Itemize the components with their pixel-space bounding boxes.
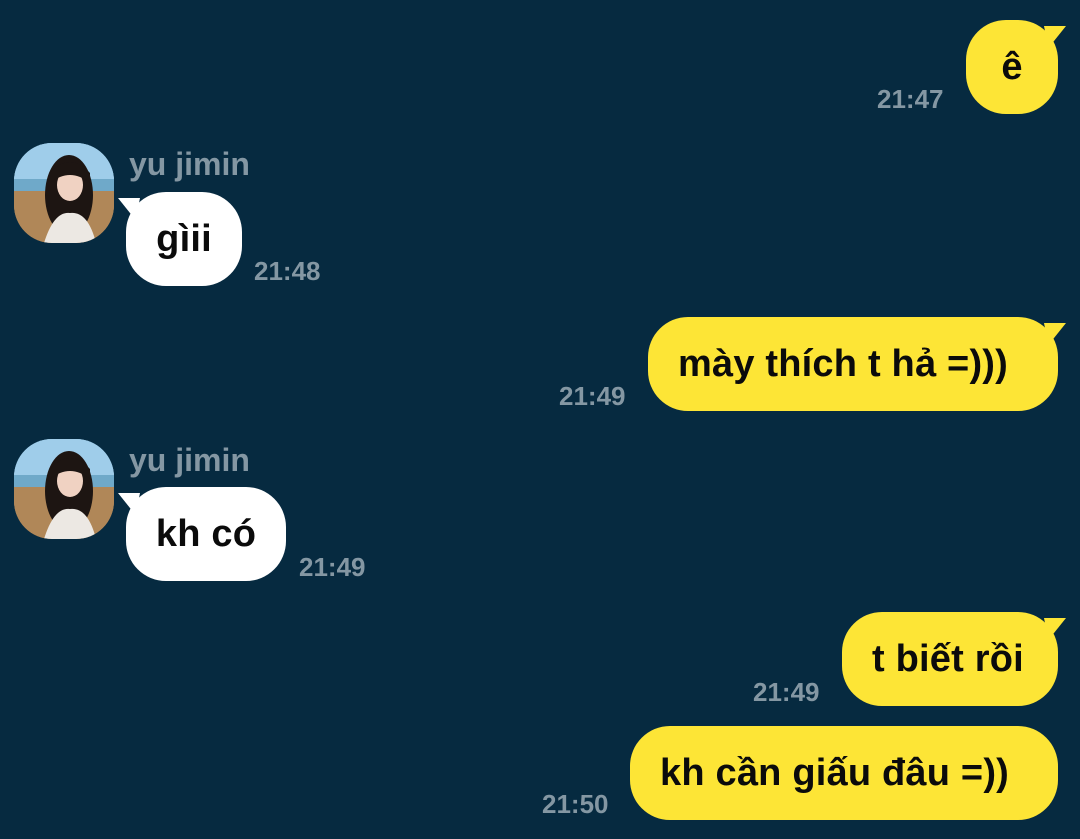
message-text: mày thích t hả =))) — [678, 342, 1009, 385]
message-text: ê — [1001, 45, 1023, 88]
message-text: kh cần giấu đâu =)) — [660, 751, 1010, 794]
chat-thread: ê 21:47 yu jimin gìii 21:48 mày thích t … — [0, 0, 1080, 839]
avatar[interactable] — [14, 439, 114, 539]
message-text: t biết rồi — [872, 637, 1024, 680]
message-timestamp: 21:50 — [542, 789, 609, 819]
message-bubble-incoming[interactable]: kh có — [126, 487, 286, 581]
message-bubble-outgoing[interactable]: kh cần giấu đâu =)) — [630, 726, 1058, 820]
message-bubble-outgoing[interactable]: mày thích t hả =))) — [648, 317, 1058, 411]
avatar-photo-icon — [14, 439, 114, 539]
avatar[interactable] — [14, 143, 114, 243]
message-text: kh có — [155, 512, 257, 555]
message-bubble-incoming[interactable]: gìii — [126, 192, 242, 286]
message-bubble-outgoing[interactable]: ê — [966, 20, 1058, 114]
avatar-photo-icon — [14, 143, 114, 243]
message-bubble-outgoing[interactable]: t biết rồi — [842, 612, 1058, 706]
message-timestamp: 21:49 — [299, 552, 366, 582]
message-timestamp: 21:49 — [753, 677, 820, 707]
message-timestamp: 21:49 — [559, 381, 626, 411]
message-timestamp: 21:48 — [254, 256, 321, 286]
sender-name: yu jimin — [129, 146, 250, 182]
message-timestamp: 21:47 — [877, 84, 944, 114]
message-text: gìii — [156, 217, 212, 260]
sender-name: yu jimin — [129, 442, 250, 478]
